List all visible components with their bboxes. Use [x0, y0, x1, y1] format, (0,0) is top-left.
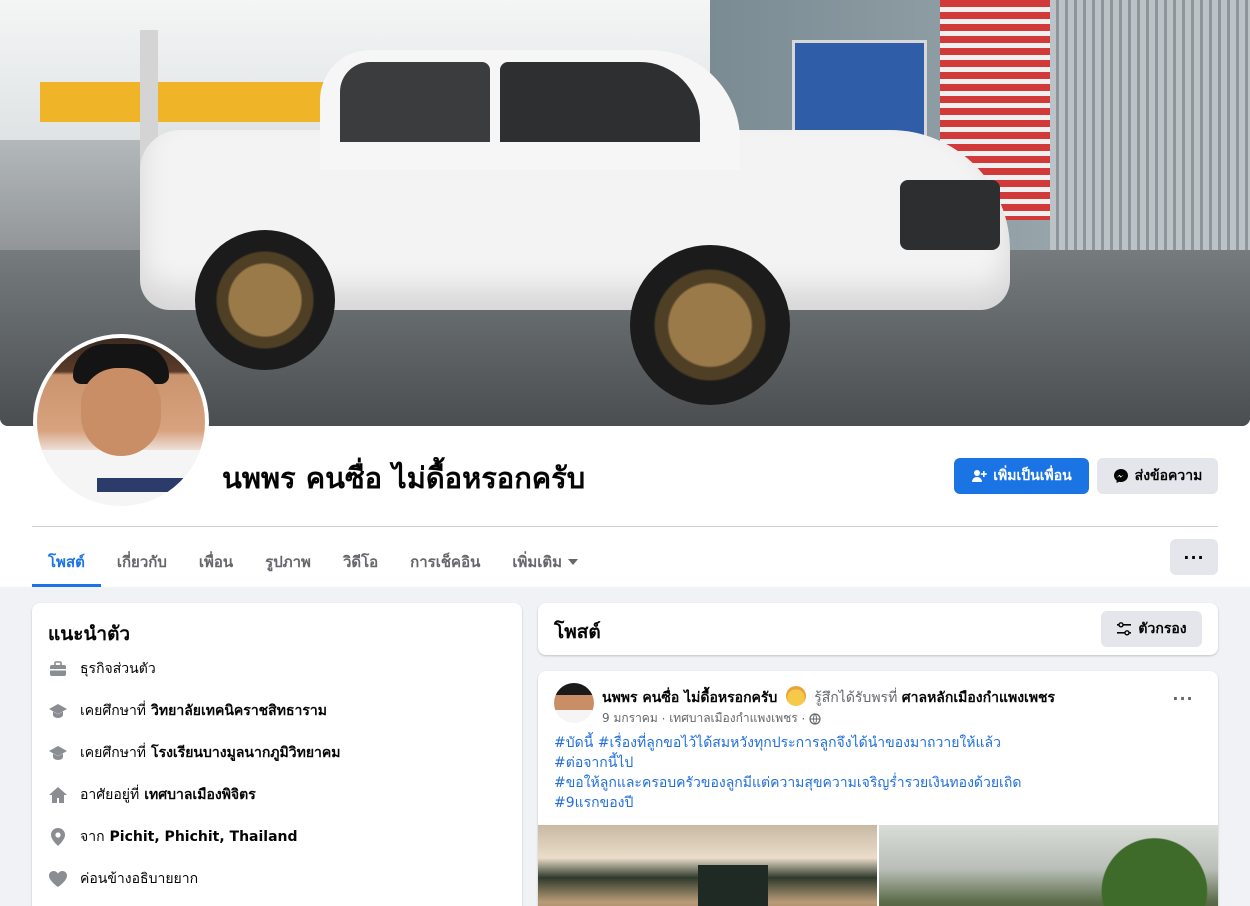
- add-friend-label: เพิ่มเป็นเพื่อน: [993, 468, 1072, 484]
- post-card: นพพร คนซื่อ ไม่ดื้อหรอกครับ รู้สึกได้รับ…: [538, 671, 1218, 906]
- send-message-label: ส่งข้อความ: [1134, 468, 1203, 484]
- tab-photos[interactable]: รูปภาพ: [249, 536, 327, 587]
- intro-item-relationship: ค่อนข้างอธิบายยาก: [48, 867, 198, 891]
- cover-photo[interactable]: [0, 0, 1250, 426]
- hashtag-line[interactable]: #ขอให้ลูกและครอบครัวของลูกมีแต่ความสุขคว…: [554, 773, 1021, 793]
- post-photo-1[interactable]: [538, 825, 877, 906]
- post-author-link[interactable]: นพพร คนซื่อ ไม่ดื้อหรอกครับ: [602, 690, 777, 706]
- city-link[interactable]: เทศบาลเมืองพิจิตร: [144, 784, 256, 806]
- home-icon: [48, 785, 68, 805]
- heart-icon: [48, 869, 68, 889]
- add-friend-button[interactable]: เพิ่มเป็นเพื่อน: [954, 458, 1089, 494]
- post-header: นพพร คนซื่อ ไม่ดื้อหรอกครับ รู้สึกได้รับ…: [602, 686, 1055, 709]
- briefcase-icon: [48, 659, 68, 679]
- post-photo-2[interactable]: [879, 825, 1218, 906]
- globe-icon: [809, 712, 821, 725]
- tab-friends[interactable]: เพื่อน: [183, 536, 249, 587]
- post-feeling: รู้สึกได้รับพรที่: [814, 690, 898, 706]
- filter-icon: [1116, 621, 1132, 637]
- post-meta: 9 มกราคม · เทศบาลเมืองกำแพงเพชร ·: [602, 709, 821, 728]
- profile-header: นพพร คนซื่อ ไม่ดื้อหรอกครับ เพิ่มเป็นเพื…: [0, 0, 1250, 587]
- tab-posts[interactable]: โพสต์: [32, 536, 101, 587]
- profile-name: นพพร คนซื่อ ไม่ดื้อหรอกครับ: [222, 461, 586, 495]
- graduation-cap-icon: [48, 701, 68, 721]
- post-place-link[interactable]: ศาลหลักเมืองกำแพงเพชร: [902, 690, 1055, 706]
- graduation-cap-icon: [48, 743, 68, 763]
- tab-more[interactable]: เพิ่มเติม: [496, 536, 594, 587]
- post-date[interactable]: 9 มกราคม: [602, 709, 658, 728]
- posts-title: โพสต์: [554, 621, 601, 643]
- post-location[interactable]: เทศบาลเมืองกำแพงเพชร: [669, 709, 798, 728]
- add-friend-icon: [971, 468, 988, 484]
- post-author-avatar[interactable]: [554, 683, 594, 723]
- filter-button[interactable]: ตัวกรอง: [1101, 611, 1202, 647]
- profile-tabs: โพสต์ เกี่ยวกับ เพื่อน รูปภาพ วิดีโอ การ…: [32, 536, 594, 587]
- hashtag-line[interactable]: #บัดนี้ #เรื่องที่ลูกขอไว้ได้สมหวังทุกปร…: [554, 733, 1021, 753]
- school-link[interactable]: วิทยาลัยเทคนิคราชสิทธาราม: [151, 700, 327, 722]
- intro-item-education-1: เคยศึกษาที่ วิทยาลัยเทคนิคราชสิทธาราม: [48, 699, 327, 723]
- blessed-emoji-icon: [785, 686, 806, 706]
- tab-videos[interactable]: วิดีโอ: [327, 536, 394, 587]
- hometown-link[interactable]: Pichit, Phichit, Thailand: [110, 829, 298, 845]
- filter-label: ตัวกรอง: [1138, 621, 1187, 637]
- hashtag-line[interactable]: #9แรกของปี: [554, 793, 1021, 813]
- intro-card: แนะนำตัว ธุรกิจส่วนตัว เคยศึกษาที่ วิทยาล…: [32, 603, 522, 906]
- send-message-button[interactable]: ส่งข้อความ: [1097, 458, 1218, 494]
- truck-image: [140, 50, 1010, 405]
- posts-header-card: โพสต์ ตัวกรอง: [538, 603, 1218, 655]
- intro-title: แนะนำตัว: [48, 623, 131, 645]
- hashtag-line[interactable]: #ต่อจากนี้ไป: [554, 753, 1021, 773]
- profile-avatar[interactable]: [37, 338, 205, 506]
- messenger-icon: [1113, 468, 1129, 484]
- chevron-down-icon: [568, 558, 579, 565]
- tab-check-ins[interactable]: การเช็คอิน: [394, 536, 496, 587]
- post-options-button[interactable]: ···: [1168, 689, 1198, 709]
- intro-item-lives-in: อาศัยอยู่ที่ เทศบาลเมืองพิจิตร: [48, 783, 256, 807]
- header-divider: [32, 526, 1218, 527]
- intro-item-work: ธุรกิจส่วนตัว: [48, 657, 156, 681]
- school-link[interactable]: โรงเรียนบางมูลนากภูมิวิทยาคม: [151, 742, 340, 764]
- location-pin-icon: [48, 827, 68, 847]
- profile-more-button[interactable]: ···: [1170, 539, 1218, 575]
- tab-about[interactable]: เกี่ยวกับ: [101, 536, 183, 587]
- post-text: #บัดนี้ #เรื่องที่ลูกขอไว้ได้สมหวังทุกปร…: [554, 733, 1021, 813]
- intro-item-education-2: เคยศึกษาที่ โรงเรียนบางมูลนากภูมิวิทยาคม: [48, 741, 341, 765]
- intro-item-from: จาก Pichit, Phichit, Thailand: [48, 825, 298, 849]
